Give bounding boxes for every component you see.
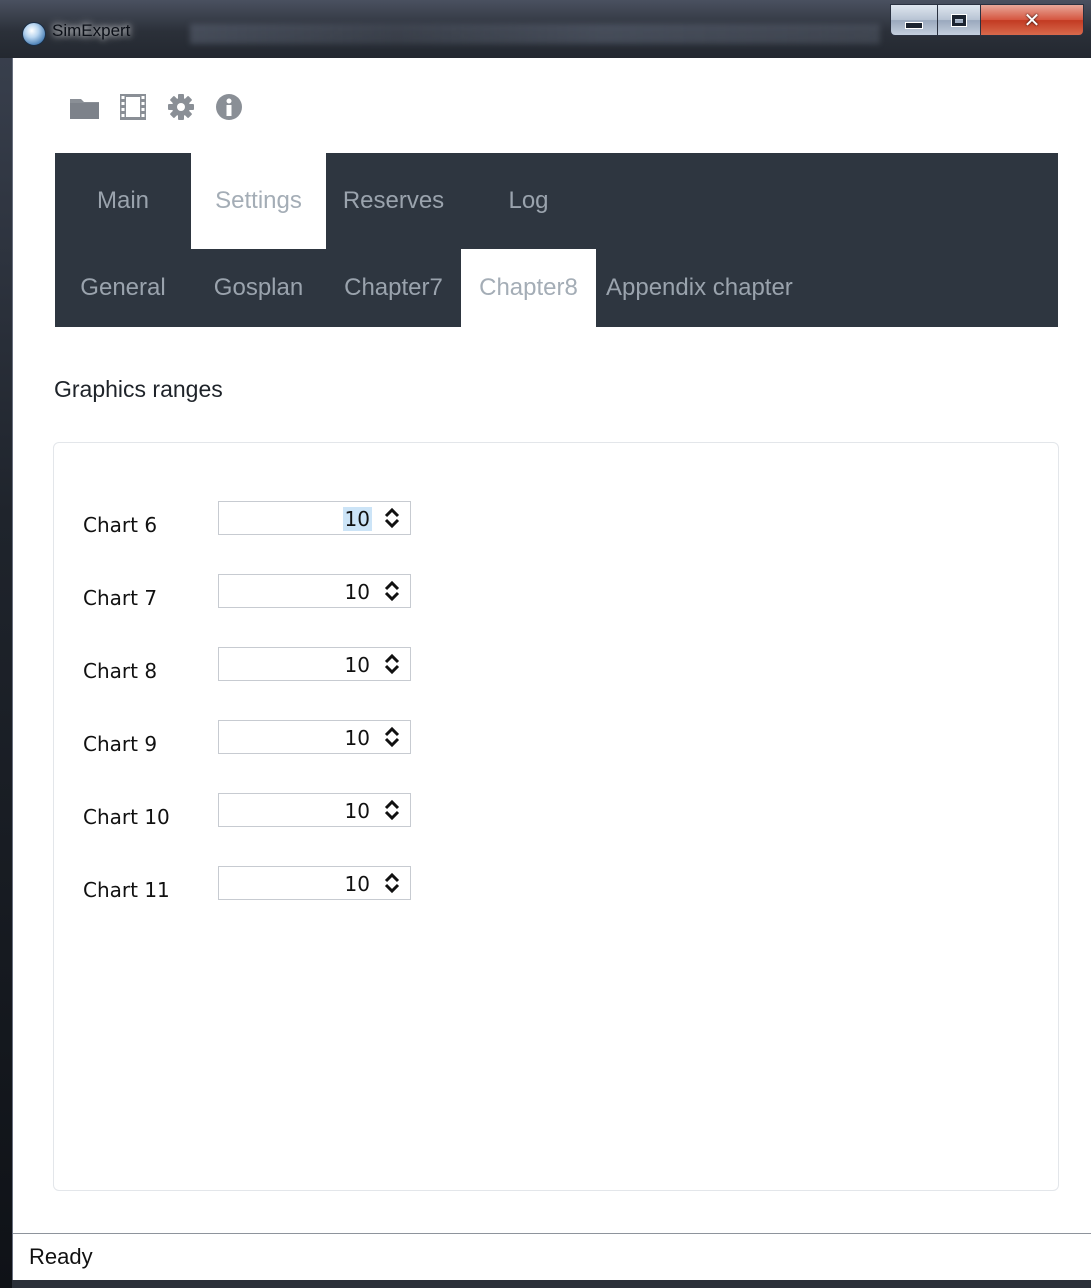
app-icon[interactable] bbox=[22, 22, 46, 46]
stepper-value[interactable]: 10 bbox=[343, 580, 372, 604]
subtab-chapter7[interactable]: Chapter7 bbox=[326, 249, 461, 327]
toolbar bbox=[69, 92, 245, 122]
subtab-gosplan[interactable]: Gosplan bbox=[191, 249, 326, 327]
chart-label: Chart 10 bbox=[83, 805, 170, 829]
stepper-value[interactable]: 10 bbox=[343, 653, 372, 677]
subtab-chapter8[interactable]: Chapter8 bbox=[461, 249, 596, 327]
graphics-ranges-group: Chart 6 10 Chart 7 10 Chart 8 10 Chart 9… bbox=[53, 442, 1059, 1191]
subtab-chapter8-label: Chapter8 bbox=[479, 274, 578, 301]
gear-icon[interactable] bbox=[165, 92, 197, 122]
film-icon[interactable] bbox=[117, 92, 149, 122]
maximize-icon bbox=[951, 13, 967, 27]
chart-row: Chart 9 10 bbox=[54, 720, 454, 766]
tab-main-label: Main bbox=[96, 187, 150, 214]
tab-main[interactable]: Main bbox=[55, 153, 191, 249]
subtab-gosplan-label: Gosplan bbox=[213, 274, 304, 301]
chart-9-stepper[interactable]: 10 bbox=[218, 720, 411, 754]
chart-label: Chart 9 bbox=[83, 732, 158, 756]
tab-reserves[interactable]: Reserves bbox=[326, 153, 461, 249]
tab-settings[interactable]: Settings bbox=[191, 153, 326, 249]
minimize-button[interactable] bbox=[890, 4, 938, 36]
chart-11-stepper[interactable]: 10 bbox=[218, 866, 411, 900]
chart-label: Chart 6 bbox=[83, 513, 158, 537]
window-bottom-border bbox=[12, 1280, 1091, 1288]
tab-band: Main Settings Reserves Log General Gospl… bbox=[55, 153, 1058, 327]
chart-label: Chart 8 bbox=[83, 659, 158, 683]
tab-log[interactable]: Log bbox=[461, 153, 596, 249]
section-title: Graphics ranges bbox=[54, 376, 223, 402]
chart-6-stepper[interactable]: 10 bbox=[218, 501, 411, 535]
tab-reserves-label: Reserves bbox=[342, 187, 445, 214]
title-bar[interactable]: SimExpert ✕ bbox=[0, 0, 1091, 58]
spin-arrows-icon[interactable] bbox=[384, 652, 400, 676]
client-area: Main Settings Reserves Log General Gospl… bbox=[12, 58, 1091, 1281]
chart-row: Chart 11 10 bbox=[54, 866, 454, 912]
subtab-general[interactable]: General bbox=[55, 249, 191, 327]
tab-settings-label: Settings bbox=[215, 187, 302, 214]
chart-row: Chart 10 10 bbox=[54, 793, 454, 839]
chart-label: Chart 11 bbox=[83, 878, 170, 902]
subtab-appendix-chapter[interactable]: Appendix chapter bbox=[596, 249, 824, 327]
stepper-value[interactable]: 10 bbox=[343, 799, 372, 823]
window-title: SimExpert bbox=[52, 21, 131, 40]
spin-arrows-icon[interactable] bbox=[384, 579, 400, 603]
stepper-value[interactable]: 10 bbox=[343, 872, 372, 896]
chart-row: Chart 7 10 bbox=[54, 574, 454, 620]
chart-label: Chart 7 bbox=[83, 586, 158, 610]
close-icon: ✕ bbox=[1023, 8, 1041, 32]
chart-8-stepper[interactable]: 10 bbox=[218, 647, 411, 681]
tab-log-label: Log bbox=[508, 187, 549, 214]
spin-arrows-icon[interactable] bbox=[384, 506, 400, 530]
status-bar: Ready bbox=[13, 1233, 1091, 1281]
blurred-taskbar-strip bbox=[190, 24, 880, 44]
chart-row: Chart 8 10 bbox=[54, 647, 454, 693]
window-controls: ✕ bbox=[890, 4, 1084, 38]
folder-icon[interactable] bbox=[69, 92, 101, 122]
spin-arrows-icon[interactable] bbox=[384, 871, 400, 895]
subtab-general-label: General bbox=[80, 274, 166, 301]
subtab-appendix-chapter-label: Appendix chapter bbox=[606, 274, 793, 301]
application-window: SimExpert ✕ Main Settings Reserves Log G… bbox=[0, 0, 1091, 1288]
chart-row: Chart 6 10 bbox=[54, 501, 454, 547]
info-icon[interactable] bbox=[213, 92, 245, 122]
stepper-value[interactable]: 10 bbox=[342, 507, 372, 531]
maximize-button[interactable] bbox=[937, 4, 981, 36]
stepper-value[interactable]: 10 bbox=[343, 726, 372, 750]
close-button[interactable]: ✕ bbox=[980, 4, 1084, 36]
spin-arrows-icon[interactable] bbox=[384, 798, 400, 822]
chart-7-stepper[interactable]: 10 bbox=[218, 574, 411, 608]
minimize-icon bbox=[905, 21, 923, 29]
subtab-chapter7-label: Chapter7 bbox=[344, 274, 443, 301]
status-text: Ready bbox=[29, 1244, 93, 1269]
chart-10-stepper[interactable]: 10 bbox=[218, 793, 411, 827]
spin-arrows-icon[interactable] bbox=[384, 725, 400, 749]
